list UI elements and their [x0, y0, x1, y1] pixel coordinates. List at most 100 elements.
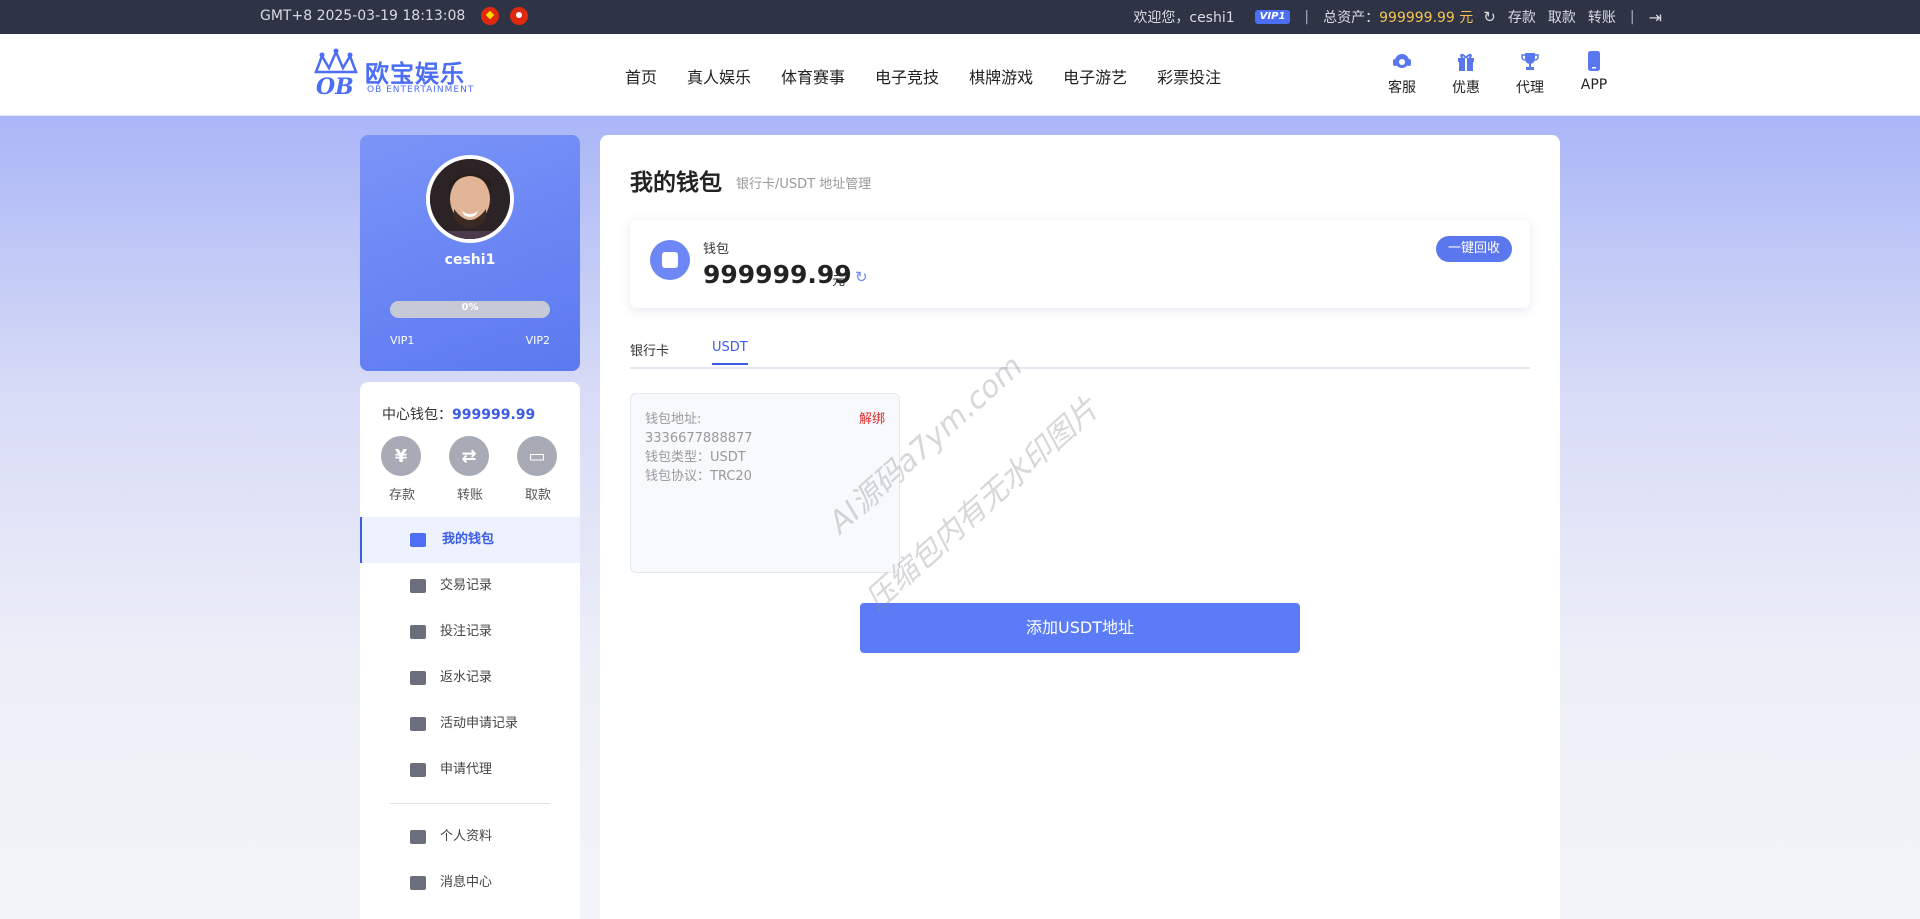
wallet-icon: [650, 240, 690, 280]
nav-live-casino[interactable]: 真人娱乐: [687, 64, 751, 88]
menu-item-my-wallet[interactable]: 我的钱包: [360, 517, 580, 563]
phone-icon: [1588, 51, 1600, 71]
nav-home[interactable]: 首页: [625, 64, 657, 88]
menu-item-label: 个人资料: [440, 829, 493, 844]
menu-item-label: 我的钱包: [442, 532, 495, 547]
transfer-action-label: 转账: [456, 488, 483, 503]
withdraw-link[interactable]: 取款: [1548, 7, 1576, 27]
nav-lottery[interactable]: 彩票投注: [1157, 64, 1221, 88]
nav-esports[interactable]: 电子竞技: [875, 64, 939, 88]
menu-divider: [390, 803, 550, 804]
gift-icon: [1458, 53, 1474, 71]
wallet-protocol: 钱包协议：TRC20: [645, 469, 752, 484]
china-flag-icon[interactable]: [481, 7, 499, 25]
main-panel: 我的钱包 银行卡/USDT 地址管理 钱包 999999.99 元 ↻ 一键回收…: [600, 135, 1560, 919]
quick-agent[interactable]: 代理: [1510, 50, 1550, 97]
deposit-action-label: 存款: [388, 488, 415, 503]
tab-bank-card[interactable]: 银行卡: [630, 340, 669, 367]
avatar[interactable]: [426, 155, 514, 243]
one-click-recover-button[interactable]: 一键回收: [1435, 236, 1512, 262]
deposit-action[interactable]: ¥ 存款: [381, 436, 423, 503]
headset-icon: [1393, 54, 1411, 68]
menu-item-transactions[interactable]: 交易记录: [360, 563, 580, 609]
wallet-label: 钱包: [703, 242, 730, 257]
unbind-link[interactable]: 解绑: [859, 410, 885, 429]
wallet-tabs: 银行卡 USDT: [630, 335, 1530, 369]
welcome-text: 欢迎您，ceshi1: [1133, 10, 1235, 26]
menu-item-bet-records[interactable]: 投注记录: [360, 609, 580, 655]
usdt-address-card: 钱包地址: 3336677888877 钱包类型：USDT 钱包协议：TRC20…: [630, 393, 900, 573]
divider: |: [1629, 9, 1635, 25]
page-title: 我的钱包: [630, 170, 722, 196]
timezone-clock: GMT+8 2025-03-19 18:13:08: [260, 8, 466, 24]
yen-icon: ¥: [381, 436, 421, 476]
diamond-icon: [410, 876, 426, 890]
add-usdt-address-button[interactable]: 添加USDT地址: [860, 603, 1300, 653]
id-card-icon: [410, 830, 426, 844]
refresh-icon[interactable]: ↻: [1483, 8, 1496, 26]
menu-item-label: 返水记录: [440, 670, 493, 685]
transfer-action[interactable]: ⇄ 转账: [449, 436, 491, 503]
address-label: 钱包地址:: [645, 412, 702, 427]
agent-icon: [410, 763, 426, 777]
menu-item-apply-agent[interactable]: 申请代理: [360, 747, 580, 793]
refresh-icon[interactable]: ↻: [855, 268, 868, 286]
logout-icon[interactable]: ⇥: [1649, 8, 1662, 27]
menu-item-label: 活动申请记录: [440, 716, 519, 731]
vip-badge: VIP1: [1254, 10, 1291, 24]
deposit-link[interactable]: 存款: [1508, 7, 1536, 27]
activity-icon: [410, 717, 426, 731]
clipboard-icon: [410, 579, 426, 593]
vip-progress-text: 0%: [461, 302, 479, 313]
card-icon: ▭: [517, 436, 557, 476]
menu-item-messages[interactable]: 消息中心: [360, 860, 580, 906]
wallet-summary: 钱包 999999.99 元 ↻ 一键回收: [630, 220, 1530, 308]
vip-next-level: VIP2: [525, 334, 550, 347]
wallet-amount: 999999.99: [703, 260, 852, 289]
svg-text:OB: OB: [316, 74, 354, 98]
menu-item-activity-records[interactable]: 活动申请记录: [360, 701, 580, 747]
avatar-photo-icon: [430, 159, 510, 239]
total-assets-label: 总资产：: [1323, 10, 1380, 26]
nav-card-games[interactable]: 棋牌游戏: [969, 64, 1033, 88]
center-wallet-label: 中心钱包：: [382, 407, 452, 423]
nav-sports[interactable]: 体育赛事: [781, 64, 845, 88]
quick-promo[interactable]: 优惠: [1446, 50, 1486, 97]
side-menu-card: 中心钱包：999999.99 ¥ 存款 ⇄ 转账 ▭ 取款 我的钱包 交易记录 …: [360, 382, 580, 919]
side-menu: 我的钱包 交易记录 投注记录 返水记录 活动申请记录 申请代理 个人资料 消息中…: [360, 517, 580, 919]
wallet-unit: 元: [832, 274, 846, 289]
bet-record-icon: [410, 625, 426, 639]
profile-username: ceshi1: [444, 252, 496, 268]
quick-service-label: 客服: [1388, 80, 1416, 96]
trophy-icon: [1521, 53, 1539, 70]
address-value: 3336677888877: [645, 431, 753, 446]
withdraw-action-label: 取款: [524, 488, 551, 503]
menu-item-label: 消息中心: [440, 875, 493, 890]
logo-tagline: OB ENTERTAINMENT: [367, 85, 475, 95]
top-info-bar: GMT+8 2025-03-19 18:13:08 欢迎您，ceshi1 VIP…: [0, 0, 1920, 34]
wallet-icon: [410, 533, 426, 547]
hongkong-flag-icon[interactable]: [510, 7, 528, 25]
tab-usdt[interactable]: USDT: [712, 340, 748, 365]
quick-app[interactable]: APP: [1574, 50, 1614, 93]
menu-item-profile[interactable]: 个人资料: [360, 814, 580, 860]
logo-name: 欧宝娱乐: [365, 60, 465, 88]
site-logo[interactable]: OB 欧宝娱乐 OB ENTERTAINMENT: [310, 48, 480, 100]
total-assets-value: 999999.99 元: [1379, 10, 1474, 26]
quick-promo-label: 优惠: [1452, 80, 1480, 96]
menu-item-label: 申请代理: [440, 762, 493, 777]
crown-logo-icon: OB: [314, 48, 358, 98]
menu-item-label: 投注记录: [440, 624, 493, 639]
rebate-card-icon: [410, 671, 426, 685]
nav-slots[interactable]: 电子游艺: [1063, 64, 1127, 88]
menu-item-label: 交易记录: [440, 578, 493, 593]
menu-item-rebate-records[interactable]: 返水记录: [360, 655, 580, 701]
transfer-link[interactable]: 转账: [1588, 7, 1616, 27]
withdraw-action[interactable]: ▭ 取款: [517, 436, 559, 503]
center-wallet: 中心钱包：999999.99: [382, 404, 535, 424]
quick-service[interactable]: 客服: [1382, 50, 1422, 97]
menu-item-red-packet[interactable]: 红包: [360, 906, 580, 919]
transfer-icon: ⇄: [449, 436, 489, 476]
vip-current-level: VIP1: [390, 334, 415, 347]
quick-agent-label: 代理: [1516, 80, 1544, 96]
